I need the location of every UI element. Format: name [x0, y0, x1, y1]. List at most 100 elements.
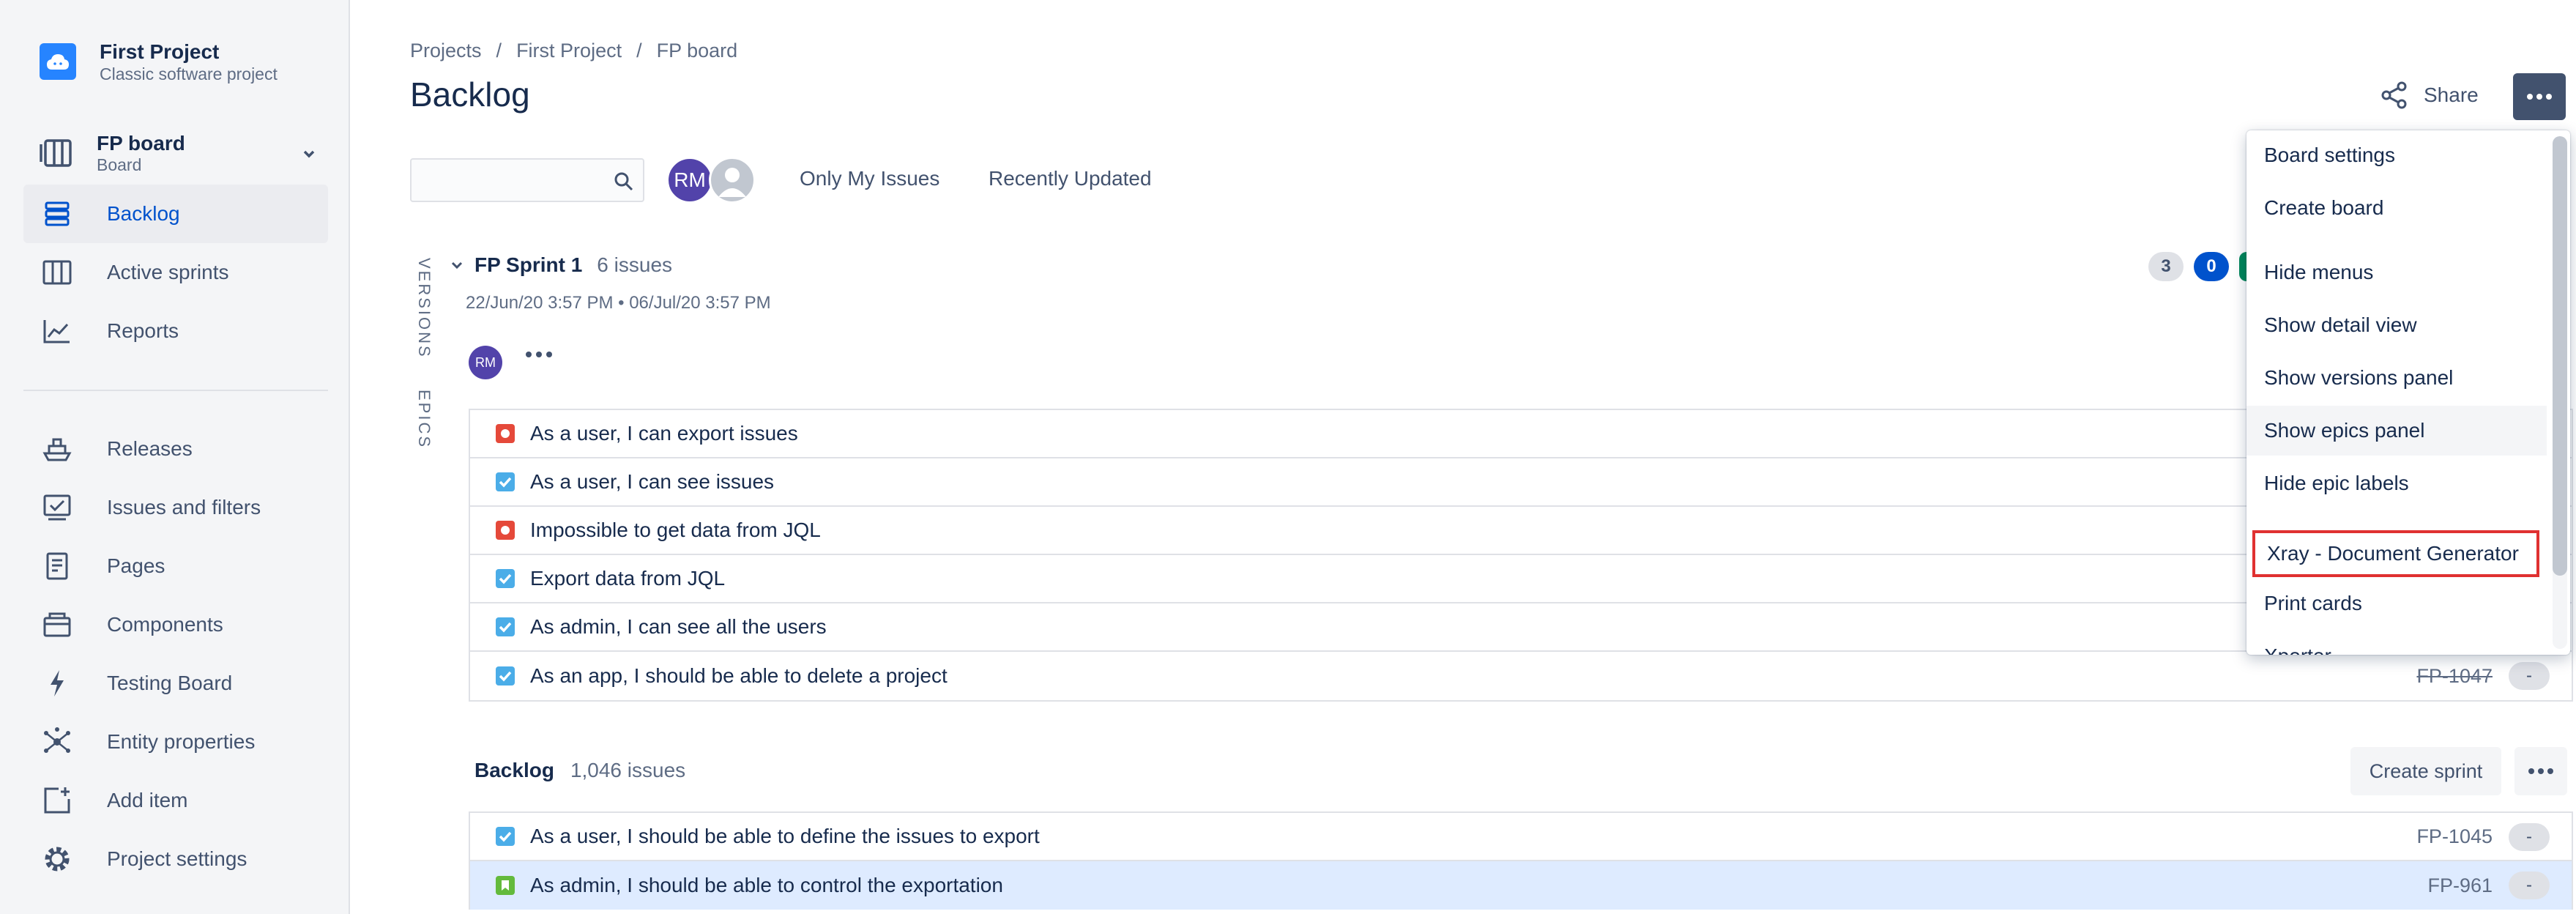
issue-summary: As admin, I should be able to control th…	[530, 874, 1003, 896]
versions-tab[interactable]: VERSIONS	[414, 258, 433, 359]
epics-tab[interactable]: EPICS	[414, 390, 433, 449]
sidebar-item-backlog[interactable]: Backlog	[23, 185, 328, 243]
sidebar-item-testing-board[interactable]: Testing Board	[23, 654, 328, 713]
sidebar-item-active-sprints[interactable]: Active sprints	[23, 243, 328, 302]
chevron-down-icon[interactable]	[450, 258, 464, 272]
menu-print-cards[interactable]: Print cards	[2246, 579, 2547, 628]
issue-key[interactable]: FP-1047	[2416, 665, 2493, 688]
issues-icon	[41, 491, 73, 524]
project-type: Classic software project	[100, 64, 278, 83]
issue-row[interactable]: As a user, I should be able to define th…	[470, 813, 2572, 861]
sidebar-item-add-item[interactable]: Add item	[23, 771, 328, 830]
menu-scrollbar-thumb[interactable]	[2553, 136, 2567, 576]
issue-row[interactable]: As an app, I should be able to delete a …	[470, 652, 2572, 700]
breadcrumb-separator: /	[636, 40, 642, 62]
sidebar-item-entity-properties[interactable]: Entity properties	[23, 713, 328, 771]
menu-xporter[interactable]: Xporter	[2246, 631, 2547, 655]
board-type: Board	[97, 155, 142, 174]
menu-show-epics-panel[interactable]: Show epics panel	[2246, 406, 2547, 456]
filter-only-my-issues[interactable]: Only My Issues	[800, 167, 939, 190]
sidebar-item-reports[interactable]: Reports	[23, 302, 328, 360]
chart-line-icon	[41, 315, 73, 347]
chevron-down-icon[interactable]	[300, 145, 318, 163]
breadcrumb-projects[interactable]: Projects	[410, 40, 482, 62]
project-header[interactable]: First Project Classic software project	[40, 40, 278, 83]
sidebar-item-label: Components	[107, 613, 223, 636]
issue-summary: As admin, I can see all the users	[530, 615, 827, 638]
issue-estimate: -	[2509, 662, 2550, 690]
project-name: First Project	[100, 40, 220, 63]
issue-summary: As a user, I can see issues	[530, 470, 775, 493]
board-more-menu: Board settings Create board Hide menus S…	[2246, 130, 2570, 655]
sprint-name: FP Sprint 1	[474, 253, 583, 276]
sidebar-item-label: Testing Board	[107, 672, 233, 694]
board-name: FP board	[97, 132, 185, 155]
menu-show-versions-panel[interactable]: Show versions panel	[2246, 353, 2547, 403]
backlog-icon	[41, 198, 73, 230]
sidebar-item-components[interactable]: Components	[23, 595, 328, 654]
issue-summary: As an app, I should be able to delete a …	[530, 664, 948, 687]
sprint-header[interactable]: FP Sprint 1 6 issues	[450, 253, 672, 277]
component-icon	[41, 609, 73, 641]
menu-xray-document-generator[interactable]: Xray - Document Generator	[2252, 530, 2539, 577]
filter-recently-updated[interactable]: Recently Updated	[989, 167, 1152, 190]
search-box	[410, 158, 644, 202]
bug-icon	[496, 521, 515, 540]
task-icon	[496, 472, 515, 491]
more-icon	[2528, 768, 2553, 774]
issue-key[interactable]: FP-961	[2427, 874, 2493, 897]
issue-summary: Export data from JQL	[530, 567, 726, 590]
sidebar-item-pages[interactable]: Pages	[23, 537, 328, 595]
breadcrumb-board[interactable]: FP board	[657, 40, 738, 62]
issue-key[interactable]: FP-1045	[2416, 825, 2493, 848]
issue-row[interactable]: As admin, I should be able to control th…	[470, 861, 2572, 910]
sidebar-item-releases[interactable]: Releases	[23, 420, 328, 478]
menu-hide-epic-labels[interactable]: Hide epic labels	[2246, 458, 2547, 508]
badge-in-progress: 0	[2194, 252, 2229, 281]
sidebar-item-label: Add item	[107, 789, 188, 811]
sidebar-item-label: Project settings	[107, 847, 247, 870]
sidebar-divider	[23, 390, 328, 391]
network-icon	[41, 726, 73, 758]
sidebar-item-label: Entity properties	[107, 730, 256, 753]
breadcrumb-project[interactable]: First Project	[516, 40, 622, 62]
sprint-more-icon[interactable]	[524, 350, 554, 359]
search-icon[interactable]	[614, 171, 634, 192]
board-more-button[interactable]	[2513, 73, 2566, 120]
sprint-issue-count: 6 issues	[597, 253, 673, 276]
share-button[interactable]: Share	[2380, 81, 2479, 110]
menu-show-detail-view[interactable]: Show detail view	[2246, 300, 2547, 350]
user-icon	[718, 168, 746, 197]
search-input[interactable]	[412, 160, 643, 201]
menu-create-board[interactable]: Create board	[2246, 183, 2547, 233]
board-selector[interactable]: FP board Board	[40, 132, 318, 174]
share-icon	[2381, 81, 2407, 109]
more-icon	[2527, 94, 2552, 100]
issue-summary: As a user, I can export issues	[530, 422, 798, 445]
task-icon	[496, 827, 515, 846]
avatar-unassigned[interactable]	[709, 157, 756, 204]
create-sprint-button[interactable]: Create sprint	[2350, 747, 2501, 795]
share-label: Share	[2424, 83, 2479, 106]
cloud-icon	[47, 54, 69, 70]
sprint-assignee-avatar[interactable]: RM	[469, 346, 502, 379]
backlog-issue-count: 1,046 issues	[570, 759, 686, 781]
badge-todo: 3	[2148, 252, 2184, 281]
lightning-icon	[41, 667, 73, 699]
menu-board-settings[interactable]: Board settings	[2246, 130, 2547, 180]
task-icon	[496, 617, 515, 636]
sidebar-item-label: Issues and filters	[107, 496, 261, 519]
board-icon	[40, 139, 72, 167]
sidebar-item-project-settings[interactable]: Project settings	[23, 830, 328, 888]
sprint-dates: 22/Jun/20 3:57 PM • 06/Jul/20 3:57 PM	[466, 293, 771, 313]
gear-icon	[41, 843, 73, 875]
menu-hide-menus[interactable]: Hide menus	[2246, 248, 2547, 297]
add-icon	[41, 784, 73, 817]
sidebar-item-issues-filters[interactable]: Issues and filters	[23, 478, 328, 537]
backlog-issue-list: As a user, I should be able to define th…	[469, 811, 2573, 910]
backlog-name: Backlog	[474, 759, 554, 781]
issue-summary: Impossible to get data from JQL	[530, 519, 821, 541]
backlog-more-button[interactable]	[2514, 747, 2567, 795]
sidebar-item-label: Releases	[107, 437, 193, 460]
avatar-rm[interactable]: RM	[666, 157, 713, 204]
